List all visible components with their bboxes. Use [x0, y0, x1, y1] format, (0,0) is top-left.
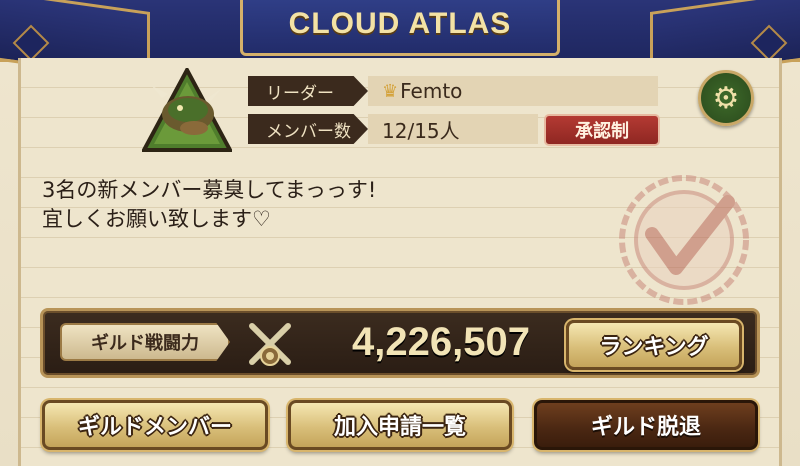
- description-line-2: 宜しくお願い致します♡: [42, 207, 271, 231]
- leader-value[interactable]: ♛ Femto: [368, 76, 658, 106]
- members-value: 12/15人: [368, 114, 538, 144]
- guild-power-value: 4,226,507: [352, 319, 530, 364]
- dragon-emblem-icon: [142, 68, 232, 152]
- leave-guild-button[interactable]: ギルド脱退: [534, 400, 758, 450]
- guild-members-button[interactable]: ギルドメンバー: [42, 400, 268, 450]
- approved-stamp-icon: [619, 175, 749, 305]
- guild-info-screen: CLOUD ATLAS リーダー ♛ Femto メンバー数 12/15人 承認…: [0, 0, 800, 466]
- leader-name: Femto: [400, 79, 463, 103]
- description-line-1: 3名の新メンバー募臭してまっっす!: [42, 178, 377, 202]
- settings-button[interactable]: ⚙: [698, 70, 754, 126]
- crown-icon: ♛: [382, 80, 399, 102]
- approval-badge: 承認制: [544, 114, 660, 146]
- title-plate: CLOUD ATLAS: [240, 0, 560, 56]
- members-label: メンバー数: [248, 114, 368, 144]
- members-row: メンバー数 12/15人: [248, 114, 538, 144]
- join-requests-button[interactable]: 加入申請一覧: [288, 400, 512, 450]
- gear-icon: ⚙: [712, 80, 740, 116]
- leader-label: リーダー: [248, 76, 368, 106]
- leader-row: リーダー ♛ Femto: [248, 76, 658, 106]
- guild-power-label: ギルド戦闘力: [60, 323, 230, 361]
- guild-name: CLOUD ATLAS: [288, 6, 512, 40]
- crossed-swords-icon: [249, 323, 291, 366]
- ranking-button[interactable]: ランキング: [566, 320, 742, 370]
